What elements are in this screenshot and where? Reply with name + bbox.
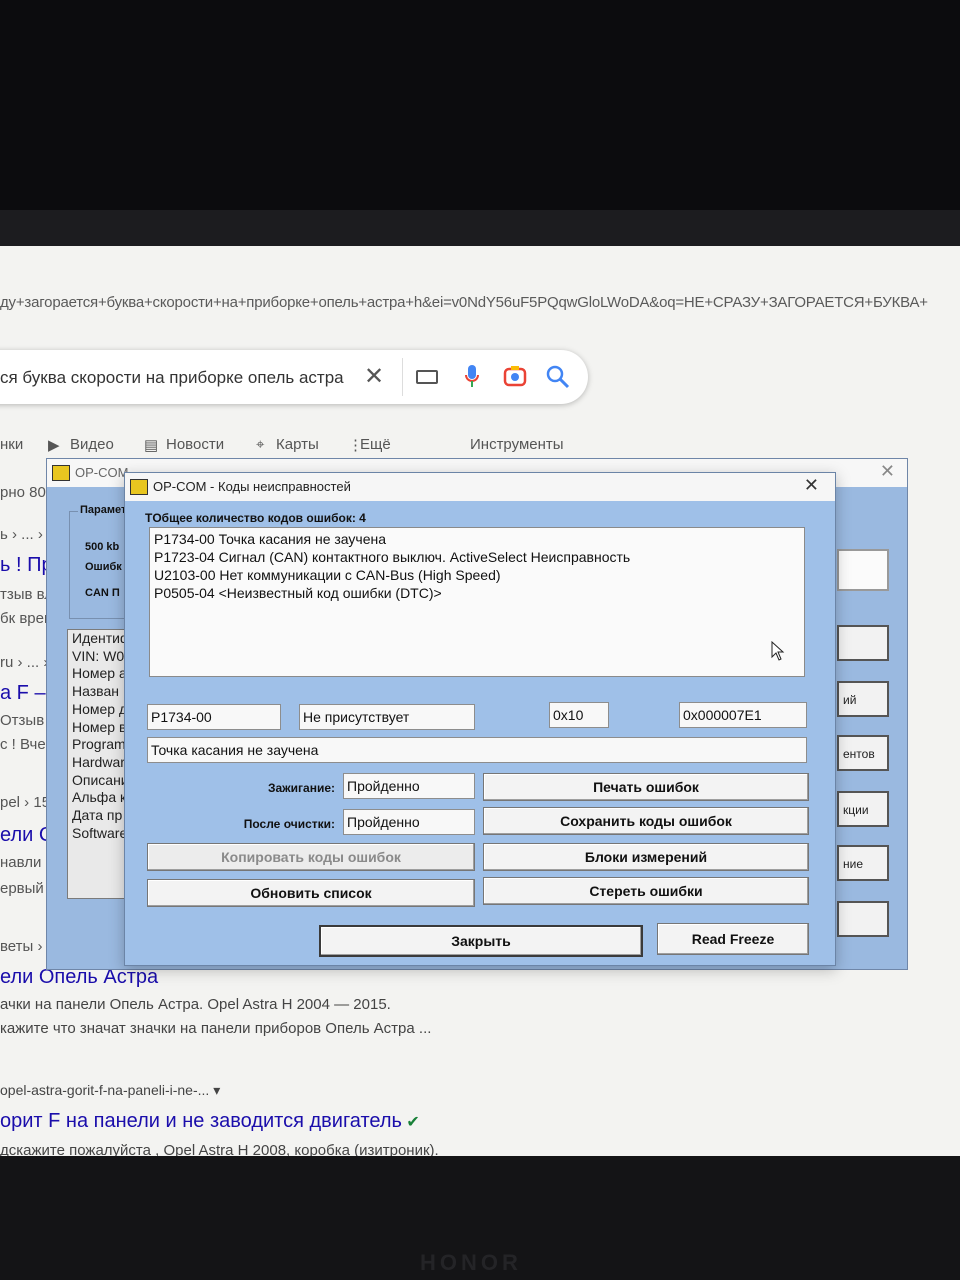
param-line: CAN П [85,587,120,599]
clear-icon[interactable]: ✕ [364,365,384,389]
device-brand-logo: HONOR [420,1250,522,1275]
bg-right-field[interactable] [837,549,889,591]
result-snippet: кажите что значат значки на панели прибо… [0,1020,432,1037]
hex-field-1[interactable]: 0x10 [549,702,609,728]
ignition-field[interactable]: Пройденно [343,773,475,799]
opcom-main-title: OP-COM [75,465,129,480]
list-item[interactable]: P0505-04 <Неизвестный код ошибки (DTC)> [154,584,800,602]
bg-right-button[interactable]: ий [837,681,889,717]
side-fragment[interactable]: ь ! Пр [0,554,53,577]
microphone-icon[interactable] [464,364,479,388]
opcom-logo-icon [130,479,148,495]
verified-shield-icon: ✔ [401,1114,420,1131]
selected-code-field[interactable]: P1734-00 [147,704,281,730]
bg-right-button[interactable]: ентов [837,735,889,771]
side-fragment: веты › [0,938,43,955]
laptop-screen: ду+загорается+буква+скорости+на+приборке… [0,246,960,1156]
bg-right-button[interactable]: ние [837,845,889,881]
mouse-cursor-icon [771,640,785,666]
tab-images[interactable]: нки [0,436,23,453]
read-freeze-button[interactable]: Read Freeze [657,923,809,955]
measurement-blocks-button[interactable]: Блоки измерений [483,843,809,871]
search-icon[interactable] [546,365,570,393]
side-fragment: ru › ... › [0,654,49,671]
result-url[interactable]: opel-astra-gorit-f-na-paneli-i-ne-... ▾ [0,1082,220,1099]
search-divider [402,358,403,396]
address-bar-text[interactable]: ду+загорается+буква+скорости+на+приборке… [0,294,928,311]
news-icon: ▤ [144,437,159,454]
ignition-label: Зажигание: [267,781,335,795]
dialog-titlebar: OP-COM - Коды неисправностей ✕ [125,473,835,501]
side-fragment: Отзыв [0,712,45,729]
keyboard-icon[interactable] [416,370,438,384]
save-codes-button[interactable]: Сохранить коды ошибок [483,807,809,835]
side-fragment[interactable]: а F – [0,682,46,705]
hex-field-2[interactable]: 0x000007E1 [679,702,807,728]
result-snippet: дскажите пожалуйста , Opel Astra H 2008,… [0,1142,439,1156]
camera-icon[interactable] [503,365,527,391]
side-fragment: рно 80 [0,484,46,501]
print-errors-button[interactable]: Печать ошибок [483,773,809,801]
search-input[interactable]: ся буква скорости на приборке опель астр… [0,368,344,388]
laptop-bezel-top [0,210,960,248]
list-item[interactable]: P1723-04 Сигнал (CAN) контактного выключ… [154,548,800,566]
bg-right-button[interactable] [837,625,889,661]
bg-right-button[interactable]: кции [837,791,889,827]
tab-video[interactable]: Видео [70,436,114,453]
description-field[interactable]: Точка касания не заучена [147,737,807,763]
total-codes-label: TОбщее количество кодов ошибок: 4 [145,511,366,525]
count-text: Общее количество кодов ошибок: 4 [152,511,366,525]
close-button[interactable]: Закрыть [319,925,643,957]
tab-maps[interactable]: Карты [276,436,319,453]
after-clear-label: После очистки: [243,817,335,831]
result-title-text[interactable]: орит F на панели и не заводится двигател… [0,1110,402,1132]
bg-right-button[interactable] [837,901,889,937]
erase-errors-button[interactable]: Стереть ошибки [483,877,809,905]
close-icon[interactable]: ✕ [880,461,895,482]
close-icon[interactable]: ✕ [804,475,819,496]
tab-more[interactable]: Ещё [360,436,391,453]
after-clear-field[interactable]: Пройденно [343,809,475,835]
pin-icon: ⌖ [256,436,265,453]
fault-codes-list[interactable]: P1734-00 Точка касания не заучена P1723-… [149,527,805,677]
param-line: 500 kb [85,541,120,553]
opcom-logo-icon [52,465,70,481]
fault-codes-dialog: OP-COM - Коды неисправностей ✕ TОбщее ко… [124,472,836,966]
tab-news[interactable]: Новости [166,436,224,453]
param-line: Ошибк [85,561,122,573]
video-icon: ▶ [48,437,60,454]
result-url-text[interactable]: opel-astra-gorit-f-na-paneli-i-ne-... [0,1082,209,1098]
dialog-title: OP-COM - Коды неисправностей [153,479,351,494]
side-fragment: ервый [0,880,44,897]
list-item[interactable]: U2103-00 Нет коммуникации с CAN-Bus (Hig… [154,566,800,584]
copy-codes-button: Копировать коды ошибок [147,843,475,871]
status-field[interactable]: Не присутствует [299,704,475,730]
side-fragment: навли [0,854,42,871]
refresh-list-button[interactable]: Обновить список [147,879,475,907]
list-item[interactable]: P1734-00 Точка касания не заучена [154,530,800,548]
photo-stage: ду+загорается+буква+скорости+на+приборке… [0,0,960,1280]
result-snippet: ачки на панели Опель Астра. Opel Astra H… [0,996,391,1013]
side-fragment: pel › 15 [0,794,51,811]
tab-tools[interactable]: Инструменты [470,436,564,453]
chevron-down-icon[interactable]: ▾ [213,1082,220,1098]
result-title[interactable]: орит F на панели и не заводится двигател… [0,1110,420,1133]
